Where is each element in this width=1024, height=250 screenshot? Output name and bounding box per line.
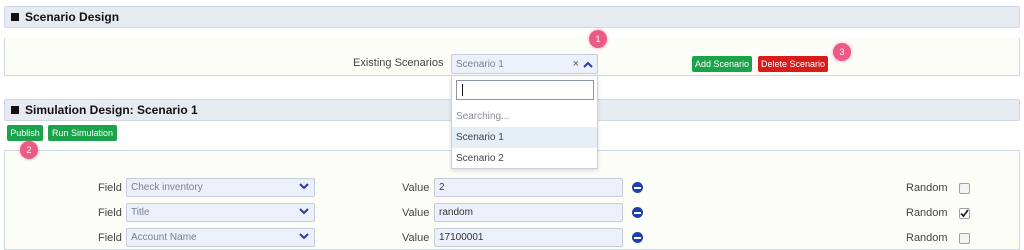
existing-scenarios-label: Existing Scenarios [353, 57, 444, 69]
dropdown-option-scenario-2[interactable]: Scenario 2 [452, 148, 597, 169]
random-checkbox[interactable] [959, 208, 970, 219]
value-input[interactable]: 2 [434, 178, 623, 197]
run-simulation-button[interactable]: Run Simulation [48, 125, 117, 141]
value-input[interactable]: random [434, 203, 623, 222]
chevron-down-icon [299, 208, 309, 215]
scenario-search-input[interactable] [456, 80, 594, 100]
value-label: Value [402, 232, 430, 244]
publish-button[interactable]: Publish [7, 125, 43, 141]
field-select-value: Title [131, 207, 150, 218]
chevron-down-icon [299, 233, 309, 240]
random-label: Random [906, 207, 948, 219]
field-select[interactable]: Title [126, 203, 315, 222]
field-select-value: Account Name [131, 232, 197, 243]
section-square-icon [11, 106, 19, 114]
field-label: Field [98, 232, 122, 244]
annotation-badge: 3 [833, 43, 851, 61]
searching-text: Searching... [456, 111, 510, 122]
text-caret [462, 84, 463, 96]
scenario-select-value: Scenario 1 [456, 58, 504, 70]
value-input[interactable]: 17100001 [434, 228, 623, 247]
check-icon [960, 209, 969, 218]
clear-icon[interactable]: × [573, 58, 579, 70]
annotation-badge: 1 [589, 30, 607, 48]
value-label: Value [402, 207, 430, 219]
scenario-dropdown-menu: Searching... Scenario 1 Scenario 2 [451, 75, 598, 169]
dropdown-option-scenario-1[interactable]: Scenario 1 [452, 127, 597, 148]
scenario-select[interactable]: Scenario 1 × [451, 54, 598, 74]
remove-row-icon[interactable] [632, 232, 643, 243]
simulation-design-title: Simulation Design: Scenario 1 [25, 103, 198, 117]
field-select[interactable]: Account Name [126, 228, 315, 247]
random-checkbox[interactable] [959, 183, 970, 194]
add-scenario-button[interactable]: Add Scenario [692, 56, 752, 72]
chevron-down-icon [299, 183, 309, 190]
field-label: Field [98, 182, 122, 194]
section-square-icon [11, 13, 19, 21]
chevron-up-icon[interactable] [583, 61, 593, 68]
field-label: Field [98, 207, 122, 219]
scenario-design-title: Scenario Design [25, 10, 120, 24]
annotation-badge: 2 [20, 141, 38, 159]
delete-scenario-button[interactable]: Delete Scenario [758, 56, 828, 72]
scenario-design-header: Scenario Design [4, 6, 1020, 28]
field-select-value: Check inventory [131, 182, 203, 193]
remove-row-icon[interactable] [632, 182, 643, 193]
value-label: Value [402, 182, 430, 194]
random-checkbox[interactable] [959, 233, 970, 244]
remove-row-icon[interactable] [632, 207, 643, 218]
random-label: Random [906, 182, 948, 194]
random-label: Random [906, 232, 948, 244]
field-select[interactable]: Check inventory [126, 178, 315, 197]
